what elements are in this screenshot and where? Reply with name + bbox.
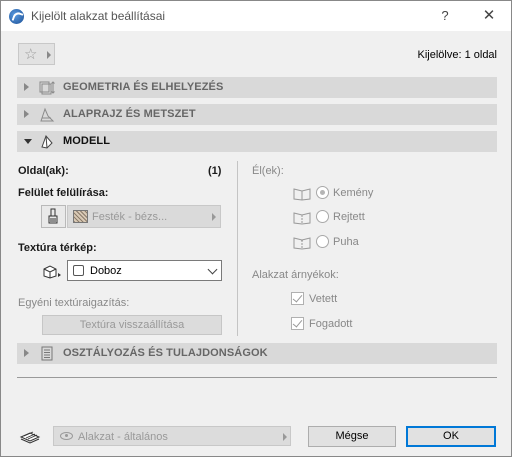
ok-button[interactable]: OK — [406, 426, 496, 447]
cancel-button[interactable]: Mégse — [308, 426, 396, 447]
texture-map-value: Doboz — [90, 265, 122, 277]
edge-soft-radio[interactable] — [316, 235, 329, 248]
texture-map-label: Textúra térkép: — [18, 242, 97, 254]
hidden-edge-icon — [293, 212, 311, 225]
texture-map-select[interactable]: Doboz — [67, 260, 222, 281]
cast-shadow-label: Vetett — [309, 293, 338, 305]
window-title: Kijelölt alakzat beállításai — [31, 9, 166, 23]
section-label: ALAPRAJZ ÉS METSZET — [63, 108, 196, 120]
star-icon: ☆ — [24, 46, 38, 63]
chevron-right-icon — [283, 433, 287, 441]
chevron-right-icon — [47, 51, 51, 59]
section-classification[interactable]: OSZTÁLYOZÁS ÉS TULAJDONSÁGOK — [17, 343, 497, 364]
section-model[interactable]: MODELL — [17, 131, 497, 152]
received-shadow-label: Fogadott — [309, 318, 353, 330]
expand-arrow-icon — [24, 83, 29, 91]
edge-hard-radio[interactable] — [316, 186, 329, 199]
collapse-arrow-icon — [24, 139, 32, 144]
geometry-icon — [39, 81, 55, 95]
reset-texture-button[interactable]: Textúra visszaállítása — [42, 315, 222, 335]
surface-popup[interactable]: Festék - bézs... — [67, 205, 221, 228]
column-divider — [237, 161, 238, 336]
expand-arrow-icon — [24, 110, 29, 118]
section-label: MODELL — [63, 135, 111, 147]
section-plan-and-section[interactable]: ALAPRAJZ ÉS METSZET — [17, 104, 497, 125]
eye-icon — [60, 432, 73, 440]
sides-count: (1) — [208, 165, 222, 177]
texture-map-icon — [43, 265, 61, 279]
paint-brush-button[interactable] — [41, 205, 66, 228]
edge-hidden-label: Rejtett — [333, 211, 365, 223]
edges-label: Él(ek): — [252, 165, 284, 177]
expand-arrow-icon — [24, 349, 29, 357]
chevron-down-icon — [207, 264, 218, 275]
layer-popup[interactable]: Alakzat - általános — [53, 426, 291, 446]
surface-swatch — [73, 210, 88, 223]
document-list-icon — [41, 346, 53, 361]
sides-label: Oldal(ak): — [18, 165, 69, 177]
title-bar: Kijelölt alakzat beállításai ? ✕ — [1, 1, 511, 31]
edge-hard-label: Kemény — [333, 187, 374, 199]
selection-count: Kijelölve: 1 oldal — [417, 49, 498, 61]
app-logo-icon — [9, 9, 24, 24]
section-label: GEOMETRIA ÉS ELHELYEZÉS — [63, 81, 224, 93]
surface-override-label: Felület felülírása: — [18, 187, 109, 199]
layer-value: Alakzat - általános — [78, 431, 168, 443]
cast-shadow-checkbox[interactable] — [291, 292, 304, 305]
edge-hidden-radio[interactable] — [316, 210, 329, 223]
surface-value: Festék - bézs... — [92, 211, 168, 223]
model-icon — [41, 135, 53, 149]
paint-brush-icon — [48, 208, 58, 224]
box-icon — [73, 265, 84, 276]
settings-dialog: Kijelölt alakzat beállításai ? ✕ ☆ Kijel… — [0, 0, 512, 457]
help-button[interactable]: ? — [435, 6, 455, 26]
hard-edge-icon — [293, 188, 311, 201]
shadows-label: Alakzat árnyékok: — [252, 269, 339, 281]
footer-divider — [17, 377, 497, 378]
edge-soft-label: Puha — [333, 236, 359, 248]
layers-icon — [19, 431, 41, 444]
chevron-right-icon — [212, 213, 216, 221]
favorites-button[interactable]: ☆ — [18, 43, 55, 65]
close-button[interactable]: ✕ — [479, 6, 499, 26]
section-geometry[interactable]: GEOMETRIA ÉS ELHELYEZÉS — [17, 77, 497, 98]
section-label: OSZTÁLYOZÁS ÉS TULAJDONSÁGOK — [63, 347, 268, 359]
custom-texture-label: Egyéni textúraigazítás: — [18, 297, 130, 309]
soft-edge-icon — [293, 237, 311, 250]
plan-section-icon — [40, 107, 55, 122]
received-shadow-checkbox[interactable] — [291, 317, 304, 330]
